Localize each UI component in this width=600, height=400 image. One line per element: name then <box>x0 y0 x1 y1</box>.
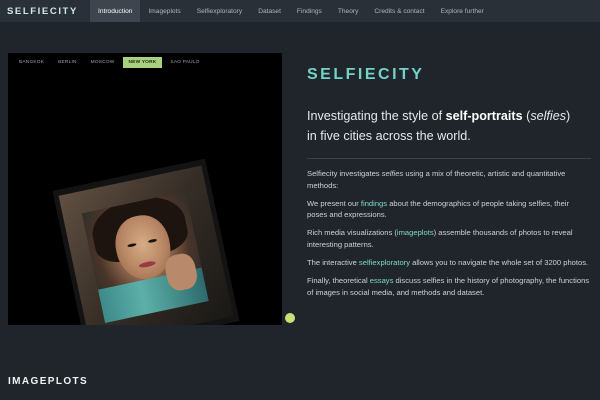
nav-item-dataset[interactable]: Dataset <box>250 0 289 22</box>
nav-item-explore-further[interactable]: Explore further <box>433 0 492 22</box>
imageplots-section-heading: IMAGEPLOTS <box>8 376 89 387</box>
lead-text-line2: in five cities across the world. <box>307 129 471 143</box>
imageplots-link[interactable]: imageplots <box>397 228 434 237</box>
nav-item-selfiexploratory[interactable]: Selfiexploratory <box>189 0 250 22</box>
p1-italic: selfies <box>381 169 404 178</box>
lead-text-3: ) <box>566 109 571 123</box>
city-tab-moscow[interactable]: MOSCOW <box>85 57 121 68</box>
p2-text-a: We present our <box>307 198 361 208</box>
p1-text-a: Selfiecity investigates <box>307 169 382 178</box>
essays-link[interactable]: essays <box>370 276 394 285</box>
nav-item-theory[interactable]: Theory <box>330 0 367 22</box>
site-logo[interactable]: SELFIECITY <box>0 0 90 22</box>
selfie-lips <box>138 260 157 269</box>
nav-links: Introduction Imageplots Selfiexploratory… <box>90 0 492 22</box>
selfie-right-eye <box>147 238 158 244</box>
findings-link[interactable]: findings <box>361 199 387 208</box>
lead-bold-text: self-portraits <box>445 109 523 123</box>
page-title: SELFIECITY <box>307 66 425 83</box>
intro-body: Selfiecity investigates selfies using a … <box>307 168 591 305</box>
nav-item-introduction[interactable]: Introduction <box>90 0 141 22</box>
paragraph-findings: We present our findings about the demogr… <box>307 198 591 221</box>
nav-item-credits[interactable]: Credits & contact <box>366 0 432 22</box>
paragraph-essays: Finally, theoretical essays discuss self… <box>307 275 591 298</box>
hero-image-panel: BANGKOK BERLIN MOSCOW NEW YORK SAO PAULO <box>8 53 282 325</box>
carousel-handle-dot[interactable] <box>285 313 295 323</box>
lead-text-1: Investigating the style of <box>307 109 446 123</box>
lead-italic-text: selfies <box>530 109 567 123</box>
lead-paragraph: Investigating the style of self-portrait… <box>307 106 593 146</box>
city-tabs: BANGKOK BERLIN MOSCOW NEW YORK SAO PAULO <box>13 57 206 68</box>
city-tab-berlin[interactable]: BERLIN <box>52 57 83 68</box>
nav-item-imageplots[interactable]: Imageplots <box>140 0 188 22</box>
paragraph-methods: Selfiecity investigates selfies using a … <box>307 168 591 191</box>
p4-text-b: allows you to navigate the whole set of … <box>410 258 589 268</box>
p5-text-a: Finally, theoretical <box>307 276 370 286</box>
city-tab-bangkok[interactable]: BANGKOK <box>13 57 50 68</box>
top-navigation-bar: SELFIECITY Introduction Imageplots Selfi… <box>0 0 600 22</box>
p3-text-a: Rich media visualizations ( <box>307 228 397 238</box>
selfie-photo-stack <box>52 158 240 325</box>
selfiexploratory-link[interactable]: selfiexploratory <box>359 258 410 267</box>
paragraph-imageplots: Rich media visualizations (imageplots) a… <box>307 227 591 250</box>
nav-item-findings[interactable]: Findings <box>289 0 330 22</box>
section-divider <box>307 158 591 159</box>
p4-text-a: The interactive <box>307 258 359 268</box>
city-tab-sao-paulo[interactable]: SAO PAULO <box>164 57 205 68</box>
paragraph-selfiexploratory: The interactive selfiexploratory allows … <box>307 257 591 269</box>
city-tab-new-york[interactable]: NEW YORK <box>122 57 163 68</box>
selfie-photo <box>81 191 209 323</box>
selfie-left-eye <box>127 242 137 248</box>
